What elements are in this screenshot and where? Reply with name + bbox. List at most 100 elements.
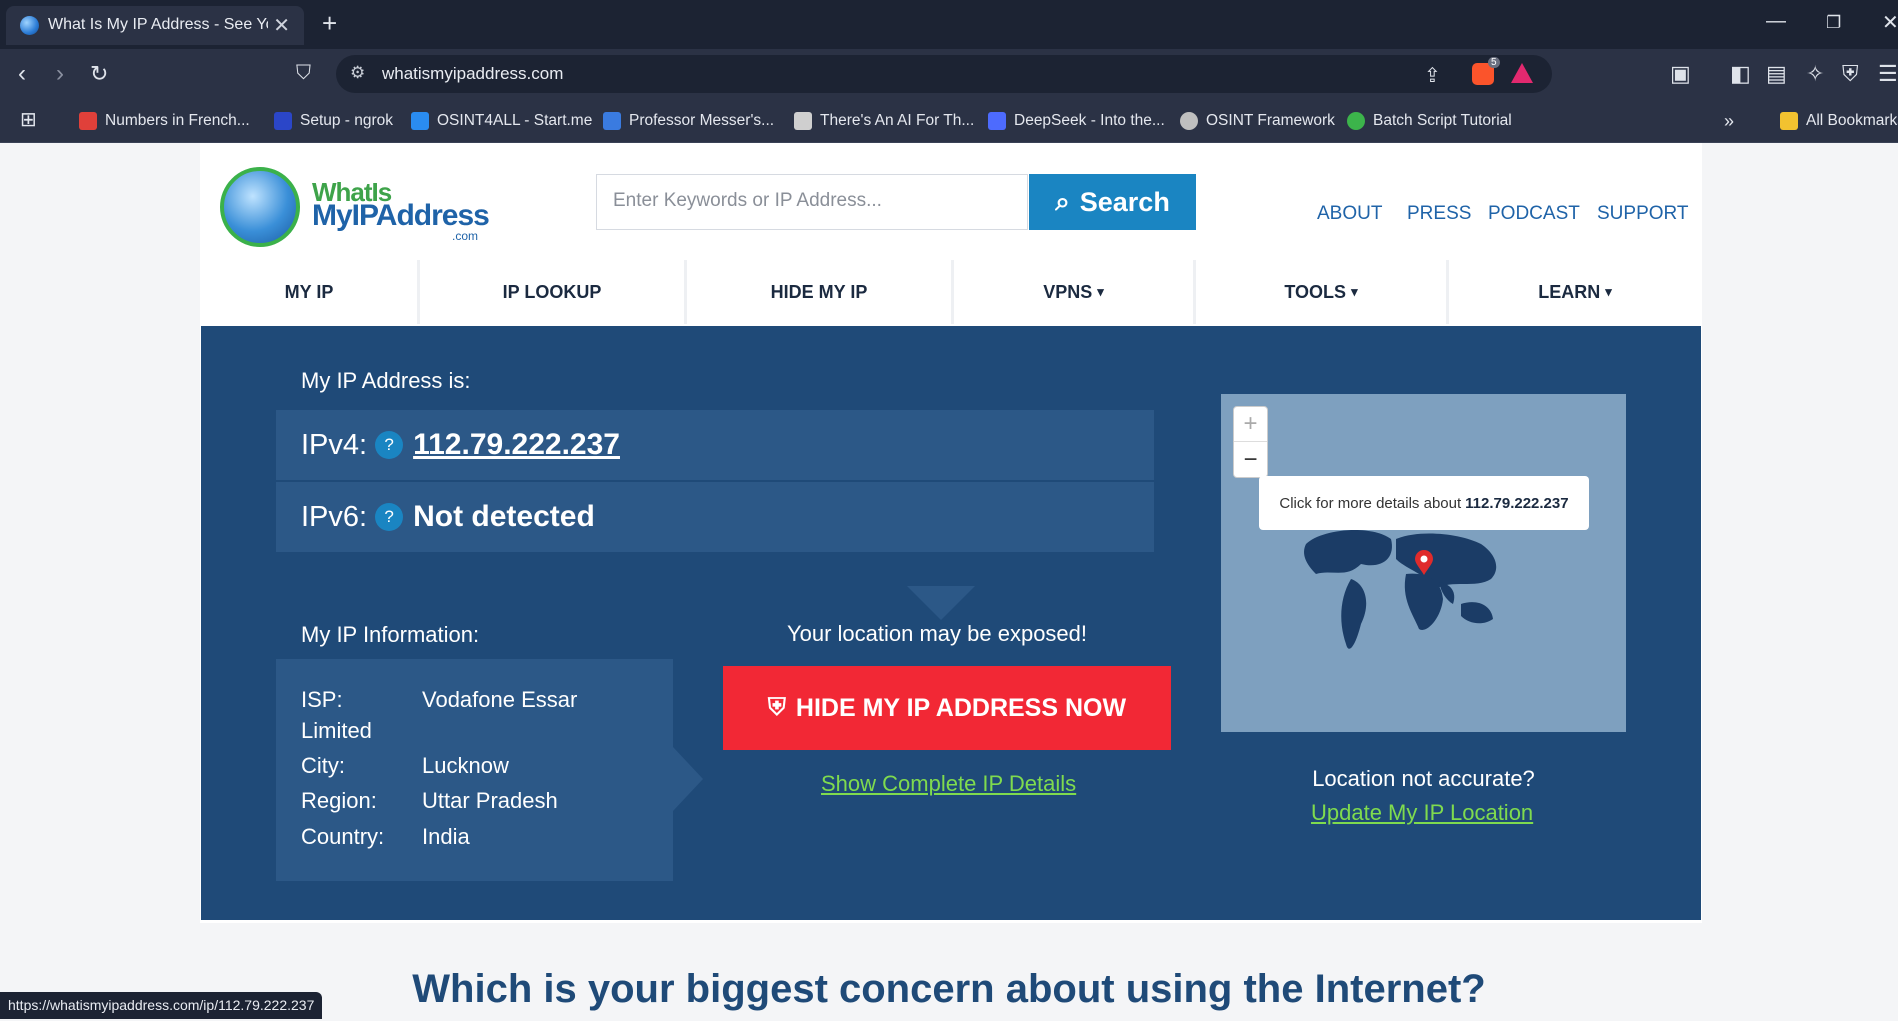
info-value: Vodafone Essar	[422, 687, 578, 712]
nav-vpns[interactable]: VPNS ▾	[954, 260, 1196, 324]
nav-ip-lookup[interactable]: IP LOOKUP	[420, 260, 687, 324]
zoom-out-icon[interactable]: −	[1234, 442, 1267, 477]
ip-info-box: ISP: Vodafone Essar Limited City: Lucknow …	[276, 659, 673, 881]
help-icon[interactable]: ?	[375, 431, 404, 459]
map-pin-icon[interactable]	[1413, 550, 1435, 576]
minimize-icon[interactable]: —	[1766, 10, 1786, 33]
tab-bar: What Is My IP Address - See Your ✕ + — ❐…	[0, 0, 1898, 49]
bookmark-item[interactable]: Professor Messer's...	[603, 109, 774, 133]
bookmark-favicon-icon	[274, 112, 292, 130]
forward-icon[interactable]: ›	[56, 60, 64, 88]
nav-my-ip[interactable]: MY IP	[201, 260, 420, 324]
support-link[interactable]: SUPPORT	[1597, 203, 1689, 225]
bookmark-item[interactable]: Setup - ngrok	[274, 109, 393, 133]
ipv6-label: IPv6:	[301, 500, 368, 533]
share-icon[interactable]: ⇪	[1424, 63, 1441, 88]
nav-hide-my-ip[interactable]: HIDE MY IP	[687, 260, 954, 324]
pointer-arrow-right	[673, 747, 703, 811]
bookmark-label: DeepSeek - Into the...	[1014, 112, 1165, 129]
bookmark-favicon-icon	[411, 112, 429, 130]
reader-icon[interactable]: ▣	[1670, 61, 1691, 87]
all-bookmarks-label: All Bookmarks	[1806, 112, 1898, 129]
bookmark-item[interactable]: OSINT Framework	[1180, 109, 1335, 133]
leo-ai-icon[interactable]: ✧	[1806, 61, 1824, 87]
hide-my-ip-button[interactable]: ⛨ HIDE MY IP ADDRESS NOW	[723, 666, 1171, 750]
nav-label: LEARN	[1538, 281, 1601, 302]
globe-logo-icon	[220, 167, 300, 247]
info-key: Limited	[301, 718, 372, 743]
complete-details-link[interactable]: Show Complete IP Details	[821, 771, 1076, 797]
pointer-arrow	[907, 586, 975, 620]
search-icon: ⌕	[1055, 186, 1070, 216]
folder-icon	[1780, 112, 1798, 130]
wallet-icon[interactable]: ▤	[1766, 61, 1787, 87]
ipv4-label: IPv4:	[301, 428, 368, 461]
update-location-link[interactable]: Update My IP Location	[1311, 800, 1533, 826]
site-logo[interactable]: WhatIs MyIPAddress .com	[220, 167, 490, 257]
caret-down-icon: ▾	[1097, 284, 1104, 299]
address-bar[interactable]: ⚙ whatismyipaddress.com ⇪ 5	[336, 55, 1552, 93]
bookmark-favicon-icon	[1180, 112, 1198, 130]
site-settings-icon[interactable]: ⚙	[350, 63, 365, 83]
bookmark-label: Setup - ngrok	[300, 112, 394, 129]
reload-icon[interactable]: ↻	[90, 61, 108, 87]
bookmark-favicon-icon	[603, 112, 621, 130]
restore-icon[interactable]: ❐	[1826, 13, 1841, 33]
main-nav: MY IP IP LOOKUP HIDE MY IP VPNS ▾ TOOLS …	[201, 260, 1701, 324]
info-value: Lucknow	[422, 753, 509, 778]
logo-text-line3: .com	[452, 229, 479, 243]
nav-tools[interactable]: TOOLS ▾	[1196, 260, 1449, 324]
url-text[interactable]: whatismyipaddress.com	[382, 64, 563, 84]
ipv6-value: Not detected	[413, 500, 595, 533]
ipv6-row: IPv6: ? Not detected	[276, 482, 1154, 552]
bookmark-item[interactable]: DeepSeek - Into the...	[988, 109, 1165, 133]
bookmark-icon[interactable]: ⛉	[296, 62, 311, 85]
bookmark-label: OSINT4ALL - Start.me	[437, 112, 593, 129]
tab-title: What Is My IP Address - See Your	[48, 16, 268, 33]
hide-button-label: HIDE MY IP ADDRESS NOW	[795, 693, 1127, 722]
bookmark-item[interactable]: Batch Script Tutorial	[1347, 109, 1512, 133]
podcast-link[interactable]: PODCAST	[1488, 203, 1580, 225]
search-button[interactable]: ⌕ Search	[1029, 174, 1196, 230]
new-tab-icon[interactable]: +	[322, 8, 337, 39]
help-icon[interactable]: ?	[375, 503, 404, 531]
brave-rewards-icon[interactable]	[1511, 63, 1533, 83]
bookmark-favicon-icon	[1347, 112, 1365, 130]
apps-grid-icon[interactable]: ⊞	[20, 107, 37, 131]
shield-icon: ⛨	[767, 694, 786, 721]
close-window-icon[interactable]: ✕	[1882, 10, 1898, 35]
bookmark-favicon-icon	[794, 112, 812, 130]
back-icon[interactable]: ‹	[18, 60, 26, 88]
tooltip-prefix: Click for more details about	[1279, 494, 1462, 512]
info-key: Region:	[301, 788, 377, 813]
about-link[interactable]: ABOUT	[1317, 203, 1382, 225]
close-tab-icon[interactable]: ✕	[273, 13, 290, 38]
ipv4-row: IPv4: ? 112.79.222.237	[276, 410, 1154, 480]
active-tab[interactable]: What Is My IP Address - See Your ✕	[6, 6, 304, 45]
bookmark-item[interactable]: There's An AI For Th...	[794, 109, 974, 133]
map-tooltip[interactable]: Click for more details about 112.79.222.2…	[1259, 476, 1589, 530]
menu-icon[interactable]: ☰	[1878, 61, 1898, 87]
zoom-in-icon[interactable]: +	[1234, 407, 1267, 442]
bookmark-item[interactable]: OSINT4ALL - Start.me	[411, 109, 592, 133]
nav-label: VPNS	[1043, 281, 1093, 302]
exposed-warning: Your location may be exposed!	[786, 621, 1088, 646]
search-input[interactable]: Enter Keywords or IP Address...	[596, 174, 1028, 230]
bookmark-label: Batch Script Tutorial	[1373, 112, 1512, 129]
ip-hero-panel: My IP Address is: IPv4: ? 112.79.222.237…	[201, 326, 1701, 920]
press-link[interactable]: PRESS	[1407, 203, 1471, 225]
vpn-shield-icon[interactable]: ⛨	[1842, 61, 1859, 87]
location-map[interactable]: + − Click for more details about 112.79.2…	[1221, 394, 1626, 732]
ipv4-value[interactable]: 112.79.222.237	[413, 428, 620, 462]
info-key: ISP:	[301, 687, 343, 712]
ip-heading: My IP Address is:	[301, 368, 471, 393]
nav-label: IP LOOKUP	[502, 281, 602, 302]
more-bookmarks-icon[interactable]: »	[1724, 109, 1734, 133]
all-bookmarks[interactable]: All Bookmarks	[1780, 109, 1898, 133]
status-bar-url: https://whatismyipaddress.com/ip/112.79.…	[0, 992, 323, 1019]
caret-down-icon: ▾	[1351, 284, 1358, 299]
sidebar-icon[interactable]: ◧	[1730, 61, 1751, 87]
bookmarks-bar: ⊞ Numbers in French... Setup - ngrok OSI…	[0, 99, 1898, 143]
nav-learn[interactable]: LEARN ▾	[1449, 260, 1701, 324]
bookmark-item[interactable]: Numbers in French...	[79, 109, 250, 133]
